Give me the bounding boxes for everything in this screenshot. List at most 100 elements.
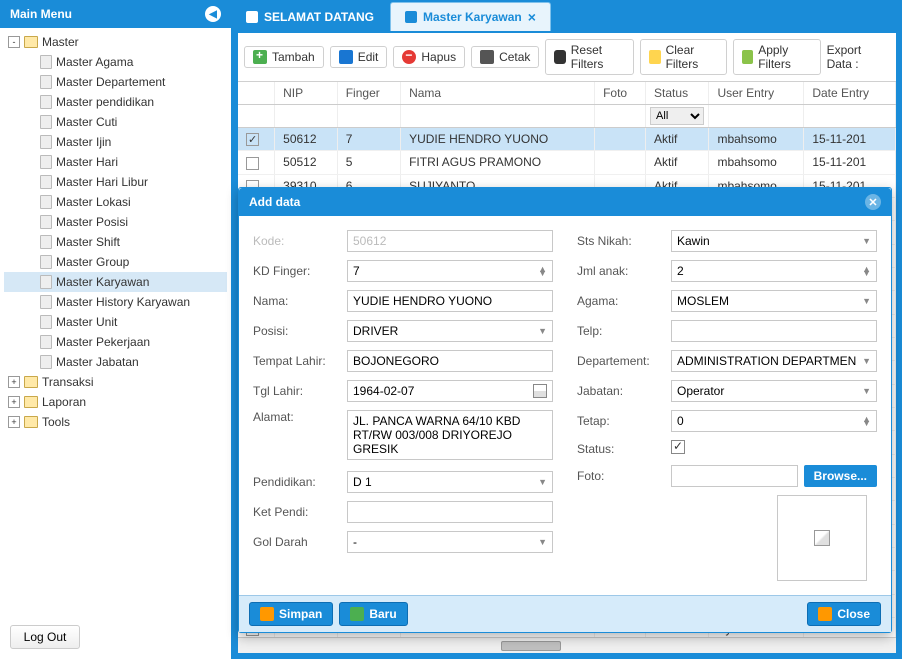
browse-button[interactable]: Browse... (804, 465, 877, 487)
tab[interactable]: SELAMAT DATANG (232, 2, 388, 31)
posisi-combo[interactable]: DRIVER▼ (347, 320, 553, 342)
cell-finger: 7 (337, 128, 400, 151)
column-header[interactable]: Foto (595, 82, 646, 105)
nav-item[interactable]: Master Jabatan (4, 352, 227, 372)
tree-toggle-icon[interactable]: + (8, 376, 20, 388)
nav-item[interactable]: Master Lokasi (4, 192, 227, 212)
column-header[interactable]: Finger (337, 82, 400, 105)
delete-button[interactable]: Hapus (393, 46, 465, 68)
print-button[interactable]: Cetak (471, 46, 539, 68)
jml-anak-spinner[interactable]: 2▲▼ (671, 260, 877, 282)
edit-button[interactable]: Edit (330, 46, 388, 68)
logout-button[interactable]: Log Out (10, 625, 80, 649)
apply-label: Apply Filters (758, 43, 811, 71)
nav-item[interactable]: Master Agama (4, 52, 227, 72)
nav-item[interactable]: +Laporan (4, 392, 227, 412)
jabatan-combo[interactable]: Operator▼ (671, 380, 877, 402)
nav-item[interactable]: +Tools (4, 412, 227, 432)
reset-filters-button[interactable]: Reset Filters (545, 39, 634, 75)
jabatan-value: Operator (677, 384, 724, 398)
nav-item[interactable]: Master Pekerjaan (4, 332, 227, 352)
column-header[interactable]: NIP (275, 82, 338, 105)
sts-nikah-combo[interactable]: Kawin▼ (671, 230, 877, 252)
nama-input[interactable] (347, 290, 553, 312)
telp-input[interactable] (671, 320, 877, 342)
apply-filters-button[interactable]: Apply Filters (733, 39, 821, 75)
tab-label: SELAMAT DATANG (264, 10, 374, 24)
kd-finger-spinner[interactable]: 7▲▼ (347, 260, 553, 282)
nav-item[interactable]: Master Posisi (4, 212, 227, 232)
departement-combo[interactable]: ADMINISTRATION DEPARTMEN▼ (671, 350, 877, 372)
file-icon (40, 55, 52, 69)
sidebar-header: Main Menu ◀ (0, 0, 231, 28)
tab-icon (405, 11, 417, 23)
row-checkbox[interactable] (246, 133, 259, 146)
foto-input[interactable] (671, 465, 798, 487)
cell-nama: YUDIE HENDRO YUONO (401, 128, 595, 151)
nav-item[interactable]: Master Cuti (4, 112, 227, 132)
kd-finger-value: 7 (353, 264, 360, 278)
tree-toggle-icon[interactable]: + (8, 416, 20, 428)
row-checkbox[interactable] (246, 157, 259, 170)
nav-item[interactable]: Master History Karyawan (4, 292, 227, 312)
pendidikan-combo[interactable]: D 1 ▼ (347, 471, 553, 493)
file-icon (40, 215, 52, 229)
close-button[interactable]: Close (807, 602, 881, 626)
modal-close-button[interactable]: ✕ (865, 194, 881, 210)
simpan-button[interactable]: Simpan (249, 602, 333, 626)
nav-item[interactable]: Master Ijin (4, 132, 227, 152)
ket-pendi-input[interactable] (347, 501, 553, 523)
tree-toggle-icon[interactable]: + (8, 396, 20, 408)
nav-item[interactable]: Master Departement (4, 72, 227, 92)
clear-filters-button[interactable]: Clear Filters (640, 39, 727, 75)
table-row[interactable]: 505125FITRI AGUS PRAMONOAktifmbahsomo15-… (238, 151, 896, 174)
scrollbar-thumb[interactable] (501, 641, 561, 651)
tree-toggle-icon[interactable]: - (8, 36, 20, 48)
nav-item[interactable]: Master Hari Libur (4, 172, 227, 192)
nav-item[interactable]: Master Unit (4, 312, 227, 332)
horizontal-scrollbar[interactable] (238, 637, 896, 653)
tetap-spinner[interactable]: 0▲▼ (671, 410, 877, 432)
column-header[interactable]: Nama (401, 82, 595, 105)
nav-item-label: Master Jabatan (56, 355, 139, 369)
column-header[interactable]: Date Entry (804, 82, 896, 105)
nav-item[interactable]: Master Karyawan (4, 272, 227, 292)
column-header[interactable]: User Entry (709, 82, 804, 105)
status-filter[interactable]: All (650, 107, 704, 125)
nav-item-label: Master Shift (56, 235, 120, 249)
pendidikan-value: D 1 (353, 475, 372, 489)
nav-item[interactable]: Master Shift (4, 232, 227, 252)
folder-icon (24, 416, 38, 428)
baru-button[interactable]: Baru (339, 602, 407, 626)
plus-icon (253, 50, 267, 64)
clear-icon (649, 50, 660, 64)
status-label: Status: (577, 442, 671, 456)
baru-label: Baru (369, 607, 396, 621)
tgl-lahir-datepicker[interactable]: 1964-02-07 (347, 380, 553, 402)
chevron-down-icon: ▼ (538, 477, 547, 487)
nav-item[interactable]: -Master (4, 32, 227, 52)
add-button[interactable]: Tambah (244, 46, 324, 68)
agama-combo[interactable]: MOSLEM▼ (671, 290, 877, 312)
calendar-icon (533, 384, 547, 398)
alamat-textarea[interactable]: JL. PANCA WARNA 64/10 KBD RT/RW 003/008 … (347, 410, 553, 460)
nav-item[interactable]: Master Hari (4, 152, 227, 172)
nav-item[interactable]: Master pendidikan (4, 92, 227, 112)
nav-item-label: Master Hari Libur (56, 175, 148, 189)
sidebar-collapse-button[interactable]: ◀ (205, 6, 221, 22)
file-icon (40, 175, 52, 189)
gol-darah-combo[interactable]: -▼ (347, 531, 553, 553)
tab[interactable]: Master Karyawan× (390, 2, 551, 31)
file-icon (40, 115, 52, 129)
new-icon (350, 607, 364, 621)
column-header[interactable]: Status (646, 82, 709, 105)
table-row[interactable]: 506127YUDIE HENDRO YUONOAktifmbahsomo15-… (238, 128, 896, 151)
modal-header[interactable]: Add data ✕ (239, 188, 891, 216)
column-header[interactable] (238, 82, 275, 105)
nav-item[interactable]: +Transaksi (4, 372, 227, 392)
tempat-lahir-input[interactable] (347, 350, 553, 372)
status-checkbox[interactable] (671, 440, 685, 454)
nav-item[interactable]: Master Group (4, 252, 227, 272)
departement-label: Departement: (577, 354, 671, 368)
tab-close-icon[interactable]: × (528, 9, 536, 25)
